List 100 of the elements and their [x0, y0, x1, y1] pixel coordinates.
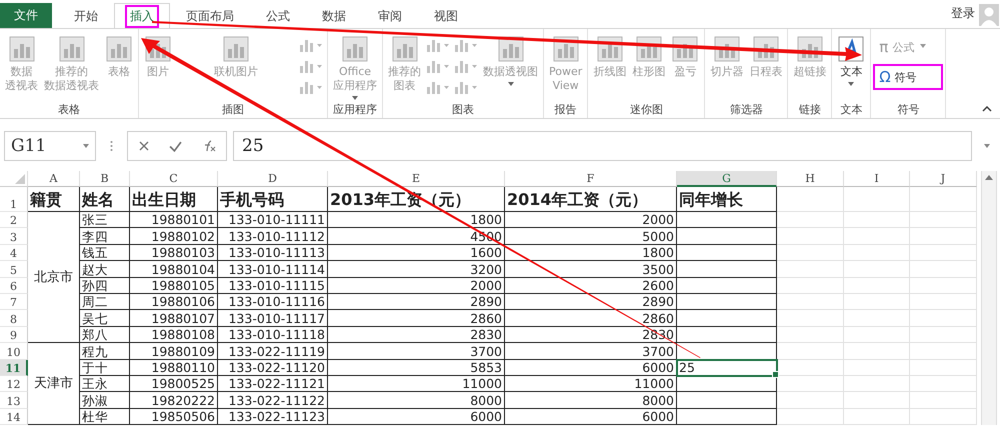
grid-cell	[910, 228, 977, 245]
avatar-icon[interactable]	[979, 4, 999, 26]
column-header[interactable]: J	[910, 171, 977, 187]
grid-cell	[910, 187, 977, 212]
scrollbar[interactable]	[981, 171, 997, 426]
table-cell: 杜华	[80, 408, 130, 426]
column-header[interactable]: G	[677, 171, 777, 187]
caret-icon	[848, 82, 854, 86]
caret-icon	[508, 82, 514, 86]
table-cell: 133-010-11114	[218, 261, 328, 278]
table-cell: 19880102	[130, 228, 218, 245]
table-cell: 133-022-11122	[218, 392, 328, 409]
row-header[interactable]: 1	[0, 187, 28, 212]
column-header[interactable]: A	[28, 171, 80, 187]
column-header[interactable]: H	[777, 171, 844, 187]
ribbon-tab[interactable]: 插入	[114, 3, 170, 28]
grid-cell	[844, 261, 910, 278]
row-header[interactable]: 2	[0, 212, 28, 228]
table-cell: 19820222	[130, 392, 218, 409]
grid-cell	[844, 326, 910, 344]
grid-cell	[910, 278, 977, 294]
table-cell: 133-022-11123	[218, 408, 328, 426]
grid-cell	[910, 212, 977, 228]
formula-field[interactable]: 25	[233, 131, 972, 161]
table-cell: 郑八	[80, 326, 130, 344]
table-cell: 5853	[328, 360, 505, 376]
row-header[interactable]: 3	[0, 228, 28, 245]
expand-caret-icon[interactable]	[984, 144, 990, 148]
table-cell: 19880109	[130, 343, 218, 360]
chart-icon	[8, 35, 36, 63]
table-cell: 133-022-11119	[218, 343, 328, 360]
grid-cell	[844, 376, 910, 392]
grid-cell	[910, 261, 977, 278]
table-cell: 北京市	[28, 212, 80, 344]
file-tab[interactable]: 文件	[0, 3, 52, 28]
table-cell: 19880107	[130, 310, 218, 327]
grid-cell	[777, 408, 844, 426]
table-cell: 19880101	[130, 212, 218, 228]
active-cell[interactable]: 25	[677, 360, 777, 376]
group-label: 符号	[896, 102, 920, 118]
grid-cell	[777, 294, 844, 310]
grid-cell	[777, 326, 844, 344]
grid-cell	[910, 294, 977, 310]
column-header[interactable]: C	[130, 171, 218, 187]
table-cell: 姓名	[80, 187, 130, 212]
collapse-ribbon-icon[interactable]	[982, 106, 992, 112]
grid-cell	[910, 310, 977, 327]
table-cell: 11000	[328, 376, 505, 392]
table-cell: 2000	[505, 212, 677, 228]
row-header[interactable]: 4	[0, 244, 28, 262]
row-header[interactable]: 14	[0, 408, 28, 426]
column-header[interactable]: I	[844, 171, 910, 187]
grid-cell	[844, 343, 910, 360]
group-label: 应用程序	[332, 102, 378, 118]
column-header[interactable]: B	[80, 171, 130, 187]
table-cell: 133-010-11111	[218, 212, 328, 228]
grid-cell	[844, 360, 910, 376]
formula-buttons-drawing[interactable]	[127, 131, 227, 161]
select-all-icon[interactable]	[15, 174, 25, 184]
row-header[interactable]: 12	[0, 376, 28, 392]
table-cell: 6000	[328, 408, 505, 426]
scroll-up-icon[interactable]	[985, 175, 993, 180]
sign-in-link[interactable]: 登录	[951, 5, 975, 22]
ribbon-button[interactable]: Ω 符号	[875, 66, 942, 88]
table-cell: 籍贯	[28, 187, 80, 212]
table-cell: 19880104	[130, 261, 218, 278]
table-cell: 出生日期	[130, 187, 218, 212]
table-cell: 同年增长	[677, 187, 777, 212]
row-header[interactable]: 6	[0, 278, 28, 294]
row-header[interactable]: 5	[0, 261, 28, 278]
chart-icon	[390, 35, 418, 63]
row-header[interactable]: 9	[0, 326, 28, 344]
grid-cell	[844, 392, 910, 409]
table-cell: 133-010-11116	[218, 294, 328, 310]
grid-cell	[844, 244, 910, 262]
table-cell: 张三	[80, 212, 130, 228]
table-cell: 5000	[505, 228, 677, 245]
grid-cell	[844, 212, 910, 228]
row-header[interactable]: 8	[0, 310, 28, 327]
table-cell: 程九	[80, 343, 130, 360]
caret-icon	[920, 44, 926, 48]
table-cell: 19880110	[130, 360, 218, 376]
table-cell: 于十	[80, 360, 130, 376]
grid-cell	[910, 326, 977, 344]
name-box[interactable]: G11	[4, 131, 96, 161]
grid-cell	[910, 343, 977, 360]
table-cell: 133-010-11117	[218, 310, 328, 327]
column-header[interactable]: F	[505, 171, 677, 187]
column-header[interactable]: D	[218, 171, 328, 187]
table-cell: 19880105	[130, 278, 218, 294]
grid-cell	[777, 212, 844, 228]
group-label: 筛选器	[728, 102, 764, 118]
table-cell: 133-010-11113	[218, 244, 328, 262]
row-header[interactable]: 13	[0, 392, 28, 409]
table-cell: 6000	[505, 360, 677, 376]
table-cell: 3700	[328, 343, 505, 360]
table-cell: 19880108	[130, 326, 218, 344]
row-header[interactable]: 7	[0, 294, 28, 310]
chart-icon	[58, 35, 86, 63]
row-header[interactable]: 11	[0, 360, 28, 376]
